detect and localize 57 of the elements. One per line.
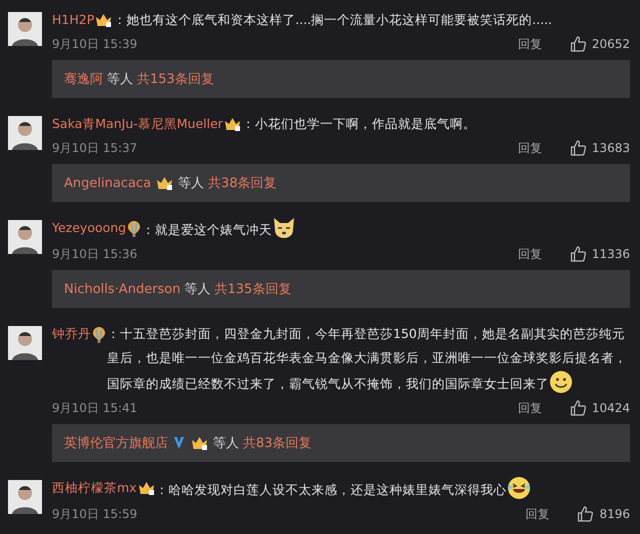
comment-text: ：小花们也学一下啊，作品就是底气啊。 <box>242 115 477 133</box>
crown-badge-icon <box>156 176 174 190</box>
user-name[interactable]: 西柚柠檬茶mx <box>52 476 137 500</box>
laughing-emoji-icon <box>506 476 531 500</box>
comment-text: ：十五登芭莎封面，四登金九封面，今年再登芭莎150周年封面，她是名副其实的芭莎纯元皇后，也是唯一一位金鸡百花华表金马金像大满贯影后，亚洲唯一一位金球奖影后提名者，国际章的成绩已经数不过来了，霸气锐气从不掩饰，我们的国际章女士回来了 <box>107 322 630 396</box>
thumbs-up-icon[interactable] <box>570 140 586 156</box>
crown-badge-icon <box>191 436 208 450</box>
user-name[interactable]: Saka青ManJu-慕尼黑Mueller <box>52 112 223 136</box>
reply-link[interactable]: 回复 <box>518 140 542 156</box>
reply-link[interactable]: 回复 <box>518 246 542 262</box>
reply-count-link[interactable]: 共153条回复 <box>137 70 214 88</box>
user-name[interactable]: H1H2P <box>52 8 94 32</box>
dog-face-emoji-icon <box>272 216 296 240</box>
comment-date: 9月10日 15:39 <box>52 36 138 52</box>
reply-user-name[interactable]: 英博伦官方旗舰店 <box>64 434 168 452</box>
comment-text: ：她也有这个底气和资本这样了....搁一个流量小花这样可能要被笑话死的..... <box>113 11 554 29</box>
comment-text: ：哈哈发现对白莲人设不太来感，还是这种婊里婊气深得我心 <box>156 476 630 502</box>
comment-date: 9月10日 15:41 <box>52 400 138 416</box>
comment-text: ：就是爱这个婊气冲天 <box>142 216 630 242</box>
comment-date: 9月10日 15:37 <box>52 140 138 156</box>
thumbs-up-icon[interactable] <box>570 246 586 262</box>
like-count: 8196 <box>599 507 630 521</box>
replies-panel[interactable]: Angelinacaca 等人 共38条回复 <box>52 164 630 202</box>
like-count: 20652 <box>592 37 630 51</box>
comment-date: 9月10日 15:59 <box>52 506 138 522</box>
user-name[interactable]: 钟乔丹 <box>52 322 91 346</box>
others-label: 等人 <box>184 281 210 298</box>
crown-badge-icon <box>95 12 112 28</box>
thumbs-up-icon[interactable] <box>577 506 594 522</box>
replies-panel[interactable]: 骞逸阿 等人 共153条回复 <box>52 60 630 98</box>
crown-badge-icon <box>224 116 241 132</box>
user-name[interactable]: Yezeyooong <box>52 216 126 240</box>
like-count: 13683 <box>592 141 630 155</box>
balloon-badge-icon <box>92 326 106 342</box>
others-label: 等人 <box>178 175 204 192</box>
balloon-badge-icon <box>127 220 142 236</box>
reply-link[interactable]: 回复 <box>518 36 542 52</box>
reply-user-name[interactable]: 骞逸阿 <box>64 70 103 88</box>
like-count: 11336 <box>592 247 630 261</box>
comment-date: 9月10日 15:36 <box>52 246 138 262</box>
reply-link[interactable]: 回复 <box>525 506 550 522</box>
others-label: 等人 <box>107 71 133 88</box>
reply-user-name[interactable]: Nicholls·Anderson <box>64 282 180 296</box>
thumbs-up-icon[interactable] <box>570 36 586 52</box>
reply-count-link[interactable]: 共38条回复 <box>208 174 277 192</box>
others-label: 等人 <box>213 435 239 452</box>
crown-badge-icon <box>138 480 155 496</box>
replies-panel[interactable]: Nicholls·Anderson 等人 共135条回复 <box>52 270 630 308</box>
replies-panel[interactable]: 英博伦官方旗舰店 等人 共83条回复 <box>52 424 630 462</box>
reply-count-link[interactable]: 共135条回复 <box>214 280 292 298</box>
verified-badge-icon <box>173 436 185 450</box>
reply-count-link[interactable]: 共83条回复 <box>243 434 312 452</box>
reply-user-name[interactable]: Angelinacaca <box>64 176 152 190</box>
thumbs-up-icon[interactable] <box>570 400 586 416</box>
like-count: 10424 <box>592 401 630 415</box>
reply-link[interactable]: 回复 <box>518 400 542 416</box>
smiley-emoji-icon <box>549 370 573 394</box>
